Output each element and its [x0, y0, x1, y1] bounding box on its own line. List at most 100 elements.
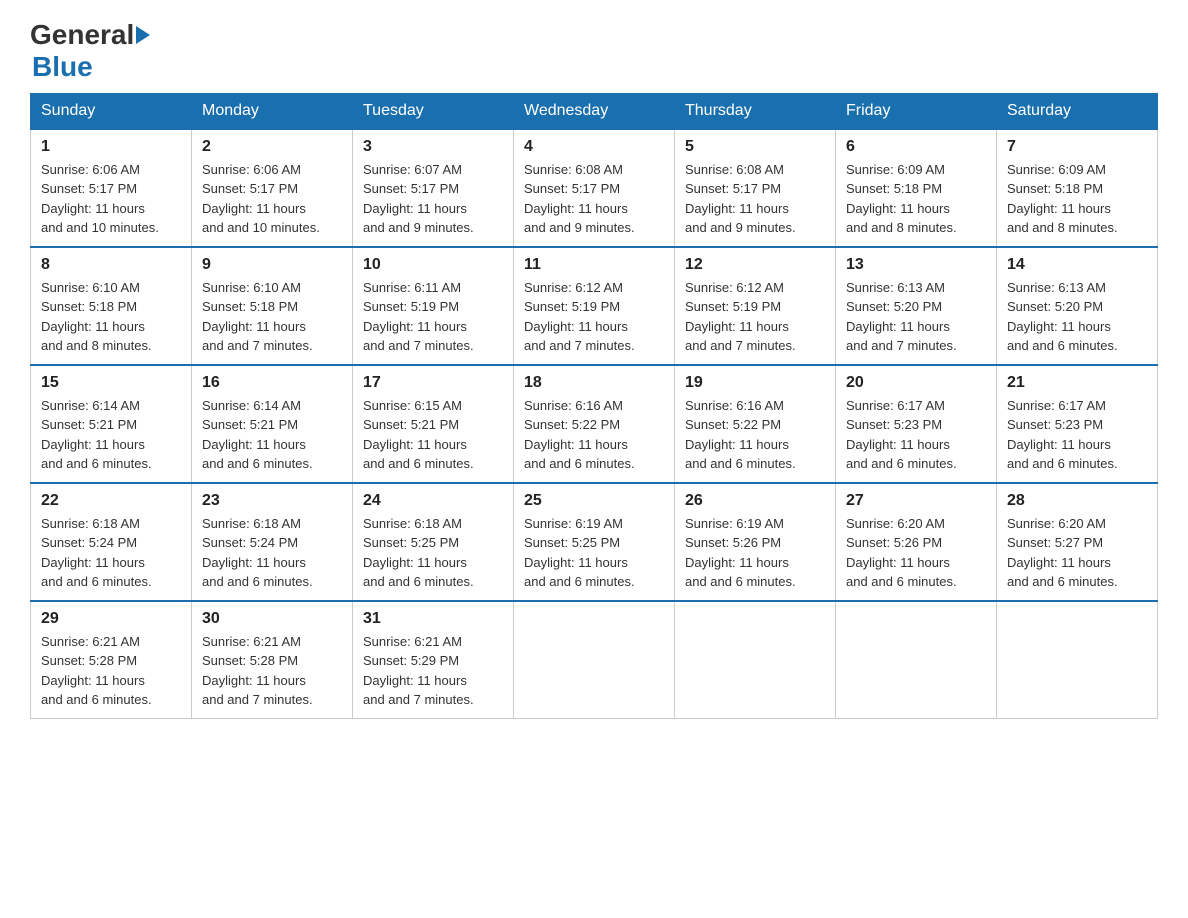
calendar-cell: 25 Sunrise: 6:19 AM Sunset: 5:25 PM Dayl… — [514, 483, 675, 601]
day-header-thursday: Thursday — [675, 93, 836, 129]
calendar-cell: 24 Sunrise: 6:18 AM Sunset: 5:25 PM Dayl… — [353, 483, 514, 601]
day-number: 8 — [41, 256, 181, 274]
calendar-table: SundayMondayTuesdayWednesdayThursdayFrid… — [30, 93, 1158, 719]
calendar-cell: 27 Sunrise: 6:20 AM Sunset: 5:26 PM Dayl… — [836, 483, 997, 601]
calendar-cell: 4 Sunrise: 6:08 AM Sunset: 5:17 PM Dayli… — [514, 129, 675, 247]
day-info: Sunrise: 6:08 AM Sunset: 5:17 PM Dayligh… — [524, 162, 635, 236]
day-number: 6 — [846, 138, 986, 156]
calendar-cell: 18 Sunrise: 6:16 AM Sunset: 5:22 PM Dayl… — [514, 365, 675, 483]
day-number: 22 — [41, 492, 181, 510]
day-header-tuesday: Tuesday — [353, 93, 514, 129]
logo-blue-part: Blue — [32, 51, 93, 83]
calendar-week-1: 1 Sunrise: 6:06 AM Sunset: 5:17 PM Dayli… — [31, 129, 1158, 247]
calendar-cell: 17 Sunrise: 6:15 AM Sunset: 5:21 PM Dayl… — [353, 365, 514, 483]
calendar-cell: 28 Sunrise: 6:20 AM Sunset: 5:27 PM Dayl… — [997, 483, 1158, 601]
calendar-week-4: 22 Sunrise: 6:18 AM Sunset: 5:24 PM Dayl… — [31, 483, 1158, 601]
day-number: 14 — [1007, 256, 1147, 274]
calendar-cell: 2 Sunrise: 6:06 AM Sunset: 5:17 PM Dayli… — [192, 129, 353, 247]
day-number: 21 — [1007, 374, 1147, 392]
calendar-cell: 26 Sunrise: 6:19 AM Sunset: 5:26 PM Dayl… — [675, 483, 836, 601]
day-info: Sunrise: 6:15 AM Sunset: 5:21 PM Dayligh… — [363, 398, 474, 472]
day-number: 24 — [363, 492, 503, 510]
day-info: Sunrise: 6:14 AM Sunset: 5:21 PM Dayligh… — [202, 398, 313, 472]
calendar-week-3: 15 Sunrise: 6:14 AM Sunset: 5:21 PM Dayl… — [31, 365, 1158, 483]
day-info: Sunrise: 6:17 AM Sunset: 5:23 PM Dayligh… — [846, 398, 957, 472]
day-header-sunday: Sunday — [31, 93, 192, 129]
day-info: Sunrise: 6:21 AM Sunset: 5:28 PM Dayligh… — [202, 634, 313, 708]
day-number: 30 — [202, 610, 342, 628]
day-info: Sunrise: 6:13 AM Sunset: 5:20 PM Dayligh… — [1007, 280, 1118, 354]
calendar-cell: 6 Sunrise: 6:09 AM Sunset: 5:18 PM Dayli… — [836, 129, 997, 247]
day-header-monday: Monday — [192, 93, 353, 129]
calendar-cell: 1 Sunrise: 6:06 AM Sunset: 5:17 PM Dayli… — [31, 129, 192, 247]
calendar-header-row: SundayMondayTuesdayWednesdayThursdayFrid… — [31, 93, 1158, 129]
day-info: Sunrise: 6:08 AM Sunset: 5:17 PM Dayligh… — [685, 162, 796, 236]
day-info: Sunrise: 6:19 AM Sunset: 5:25 PM Dayligh… — [524, 516, 635, 590]
logo: General Blue — [30, 20, 152, 83]
day-info: Sunrise: 6:13 AM Sunset: 5:20 PM Dayligh… — [846, 280, 957, 354]
day-number: 27 — [846, 492, 986, 510]
page-header: General Blue — [30, 20, 1158, 83]
day-info: Sunrise: 6:18 AM Sunset: 5:24 PM Dayligh… — [41, 516, 152, 590]
day-number: 26 — [685, 492, 825, 510]
day-info: Sunrise: 6:07 AM Sunset: 5:17 PM Dayligh… — [363, 162, 474, 236]
day-number: 25 — [524, 492, 664, 510]
day-info: Sunrise: 6:14 AM Sunset: 5:21 PM Dayligh… — [41, 398, 152, 472]
calendar-week-2: 8 Sunrise: 6:10 AM Sunset: 5:18 PM Dayli… — [31, 247, 1158, 365]
calendar-cell — [675, 601, 836, 719]
logo-triangle-icon — [136, 26, 150, 44]
day-info: Sunrise: 6:21 AM Sunset: 5:29 PM Dayligh… — [363, 634, 474, 708]
calendar-cell: 3 Sunrise: 6:07 AM Sunset: 5:17 PM Dayli… — [353, 129, 514, 247]
calendar-cell: 8 Sunrise: 6:10 AM Sunset: 5:18 PM Dayli… — [31, 247, 192, 365]
calendar-cell: 20 Sunrise: 6:17 AM Sunset: 5:23 PM Dayl… — [836, 365, 997, 483]
calendar-cell: 31 Sunrise: 6:21 AM Sunset: 5:29 PM Dayl… — [353, 601, 514, 719]
logo-general-part: General — [30, 20, 134, 51]
calendar-cell: 5 Sunrise: 6:08 AM Sunset: 5:17 PM Dayli… — [675, 129, 836, 247]
day-info: Sunrise: 6:20 AM Sunset: 5:26 PM Dayligh… — [846, 516, 957, 590]
day-number: 5 — [685, 138, 825, 156]
calendar-week-5: 29 Sunrise: 6:21 AM Sunset: 5:28 PM Dayl… — [31, 601, 1158, 719]
day-info: Sunrise: 6:12 AM Sunset: 5:19 PM Dayligh… — [685, 280, 796, 354]
day-number: 4 — [524, 138, 664, 156]
calendar-cell — [514, 601, 675, 719]
calendar-cell: 22 Sunrise: 6:18 AM Sunset: 5:24 PM Dayl… — [31, 483, 192, 601]
logo-container: General Blue — [30, 20, 152, 83]
day-number: 2 — [202, 138, 342, 156]
calendar-cell: 30 Sunrise: 6:21 AM Sunset: 5:28 PM Dayl… — [192, 601, 353, 719]
day-info: Sunrise: 6:20 AM Sunset: 5:27 PM Dayligh… — [1007, 516, 1118, 590]
calendar-cell: 29 Sunrise: 6:21 AM Sunset: 5:28 PM Dayl… — [31, 601, 192, 719]
calendar-cell: 23 Sunrise: 6:18 AM Sunset: 5:24 PM Dayl… — [192, 483, 353, 601]
day-header-wednesday: Wednesday — [514, 93, 675, 129]
day-info: Sunrise: 6:18 AM Sunset: 5:25 PM Dayligh… — [363, 516, 474, 590]
calendar-cell: 11 Sunrise: 6:12 AM Sunset: 5:19 PM Dayl… — [514, 247, 675, 365]
day-number: 23 — [202, 492, 342, 510]
day-header-friday: Friday — [836, 93, 997, 129]
day-number: 9 — [202, 256, 342, 274]
day-info: Sunrise: 6:12 AM Sunset: 5:19 PM Dayligh… — [524, 280, 635, 354]
day-number: 15 — [41, 374, 181, 392]
calendar-cell: 16 Sunrise: 6:14 AM Sunset: 5:21 PM Dayl… — [192, 365, 353, 483]
day-number: 12 — [685, 256, 825, 274]
day-number: 16 — [202, 374, 342, 392]
day-info: Sunrise: 6:06 AM Sunset: 5:17 PM Dayligh… — [202, 162, 320, 236]
calendar-cell: 12 Sunrise: 6:12 AM Sunset: 5:19 PM Dayl… — [675, 247, 836, 365]
day-number: 13 — [846, 256, 986, 274]
day-header-saturday: Saturday — [997, 93, 1158, 129]
calendar-cell — [836, 601, 997, 719]
calendar-cell: 15 Sunrise: 6:14 AM Sunset: 5:21 PM Dayl… — [31, 365, 192, 483]
day-info: Sunrise: 6:10 AM Sunset: 5:18 PM Dayligh… — [202, 280, 313, 354]
day-number: 20 — [846, 374, 986, 392]
day-info: Sunrise: 6:16 AM Sunset: 5:22 PM Dayligh… — [685, 398, 796, 472]
day-number: 18 — [524, 374, 664, 392]
day-info: Sunrise: 6:16 AM Sunset: 5:22 PM Dayligh… — [524, 398, 635, 472]
calendar-cell: 7 Sunrise: 6:09 AM Sunset: 5:18 PM Dayli… — [997, 129, 1158, 247]
calendar-cell: 19 Sunrise: 6:16 AM Sunset: 5:22 PM Dayl… — [675, 365, 836, 483]
day-info: Sunrise: 6:11 AM Sunset: 5:19 PM Dayligh… — [363, 280, 474, 354]
day-number: 31 — [363, 610, 503, 628]
day-info: Sunrise: 6:09 AM Sunset: 5:18 PM Dayligh… — [846, 162, 957, 236]
day-number: 3 — [363, 138, 503, 156]
day-number: 17 — [363, 374, 503, 392]
day-number: 7 — [1007, 138, 1147, 156]
day-info: Sunrise: 6:18 AM Sunset: 5:24 PM Dayligh… — [202, 516, 313, 590]
day-number: 11 — [524, 256, 664, 274]
